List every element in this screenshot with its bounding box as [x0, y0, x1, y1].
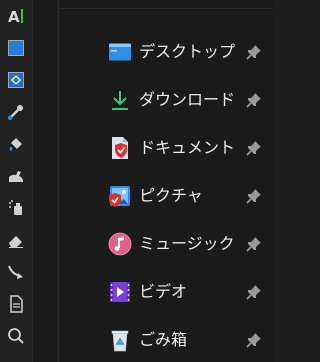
- quick-access-panel: デスクトップ ダウンロード ドキュメント ピクチャ ミュージック ビデオ ごみ箱: [58, 0, 273, 362]
- quick-access-item-downloads[interactable]: ダウンロード: [59, 76, 273, 124]
- quick-access-item-music[interactable]: ミュージック: [59, 220, 273, 268]
- quick-access-item-pictures[interactable]: ピクチャ: [59, 172, 273, 220]
- color-picker-icon[interactable]: [4, 100, 28, 124]
- svg-text:A: A: [8, 8, 20, 26]
- desktop-icon: [108, 40, 132, 64]
- pictures-icon: [108, 184, 132, 208]
- download-icon: [108, 88, 132, 112]
- app-window: A デスクトップ ダウンロード ドキュメント ピクチャ ミュージック ビデオ ご…: [0, 0, 273, 362]
- pin-icon[interactable]: [245, 187, 263, 205]
- pin-icon[interactable]: [245, 43, 263, 61]
- quick-access-label: ドキュメント: [139, 138, 236, 157]
- quick-access-item-videos[interactable]: ビデオ: [59, 268, 273, 316]
- music-icon: [108, 232, 132, 256]
- quick-access-label: ダウンロード: [139, 90, 236, 109]
- toolbar-gutter: [33, 0, 57, 362]
- pin-icon[interactable]: [245, 139, 263, 157]
- quick-access-label: ミュージック: [139, 234, 235, 253]
- quick-access-label: デスクトップ: [139, 42, 236, 61]
- pin-icon[interactable]: [245, 91, 263, 109]
- rectangle-select-icon[interactable]: [4, 36, 28, 60]
- airbrush-icon[interactable]: [4, 196, 28, 220]
- pin-icon[interactable]: [245, 235, 263, 253]
- quick-access-label: ピクチャ: [139, 186, 203, 205]
- documents-icon: [108, 136, 132, 160]
- eraser-icon[interactable]: [4, 228, 28, 252]
- quick-access-label: ごみ箱: [139, 330, 188, 349]
- pin-icon[interactable]: [245, 331, 263, 349]
- quick-access-item-desktop[interactable]: デスクトップ: [59, 28, 273, 76]
- videos-icon: [108, 280, 132, 304]
- tool-bar: A: [0, 0, 33, 362]
- document-icon[interactable]: [4, 292, 28, 316]
- path-tool-icon[interactable]: [4, 260, 28, 284]
- quick-access-item-documents[interactable]: ドキュメント: [59, 124, 273, 172]
- fill-bucket-icon[interactable]: [4, 132, 28, 156]
- quick-access-label: ビデオ: [139, 282, 188, 301]
- text-tool-icon[interactable]: A: [4, 4, 28, 28]
- pin-icon[interactable]: [245, 283, 263, 301]
- panel-divider: [59, 8, 273, 9]
- zoom-icon[interactable]: [4, 324, 28, 348]
- smudge-icon[interactable]: [4, 164, 28, 188]
- quick-access-item-recycle-bin[interactable]: ごみ箱: [59, 316, 273, 362]
- transform-icon[interactable]: [4, 68, 28, 92]
- recycle-bin-icon: [108, 328, 132, 352]
